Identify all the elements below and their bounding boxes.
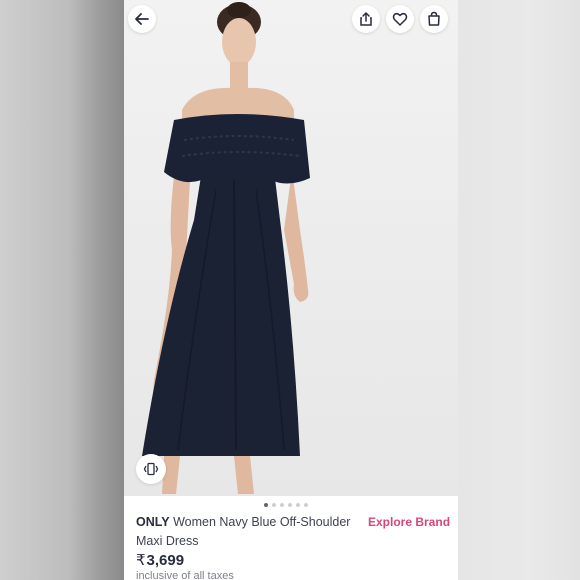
carousel-dot[interactable]: [272, 503, 276, 507]
phone-vibrate-icon: [143, 462, 159, 476]
carousel-dot[interactable]: [264, 503, 268, 507]
background-blur-left: [0, 0, 124, 580]
share-button[interactable]: [352, 5, 380, 33]
product-name: Women Navy Blue Off-Shoulder: [173, 515, 351, 529]
price: ₹ 3,699: [136, 551, 184, 569]
back-button[interactable]: [128, 5, 156, 33]
price-value: 3,699: [146, 552, 185, 569]
product-image[interactable]: [124, 0, 458, 496]
product-screen: ONLY Women Navy Blue Off-Shoulder Maxi D…: [124, 0, 458, 580]
arrow-left-icon: [135, 13, 149, 25]
tax-note: inclusive of all taxes: [136, 570, 234, 580]
shopping-bag-icon: [428, 11, 440, 26]
brand-name: ONLY: [136, 515, 170, 529]
background-blur-right: [458, 0, 580, 580]
carousel-dot[interactable]: [280, 503, 284, 507]
carousel-dot[interactable]: [304, 503, 308, 507]
heart-icon: [392, 12, 408, 26]
wishlist-button[interactable]: [386, 5, 414, 33]
product-title: ONLY Women Navy Blue Off-Shoulder Maxi D…: [136, 513, 368, 551]
image-carousel-indicator[interactable]: [264, 503, 308, 507]
product-name-line2: Maxi Dress: [136, 534, 199, 548]
bag-button[interactable]: [420, 5, 448, 33]
similar-products-button[interactable]: [136, 454, 166, 484]
currency-symbol: ₹: [136, 552, 146, 569]
carousel-dot[interactable]: [296, 503, 300, 507]
share-icon: [360, 12, 372, 26]
model-illustration: [142, 2, 310, 494]
explore-brand-link[interactable]: Explore Brand: [368, 513, 450, 532]
carousel-dot[interactable]: [288, 503, 292, 507]
